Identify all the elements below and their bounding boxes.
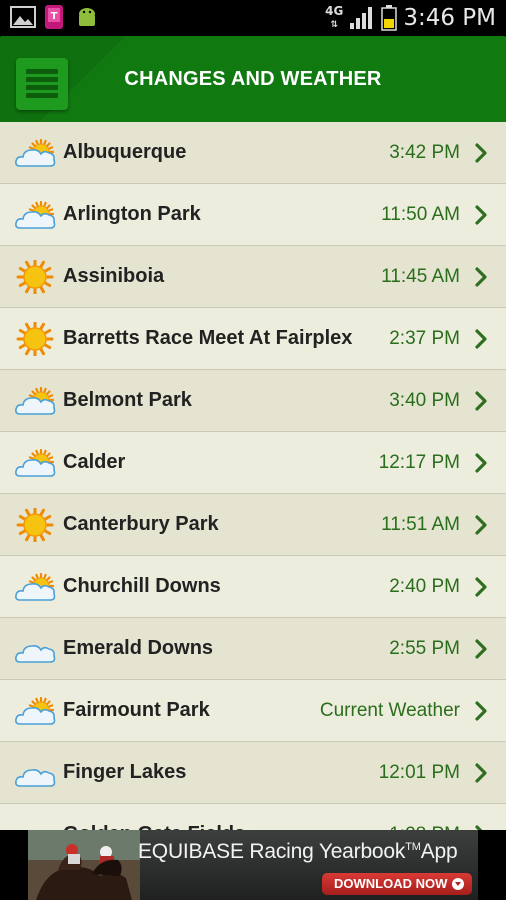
track-row[interactable]: Finger Lakes 12:01 PM [0, 742, 506, 804]
notification-icons: T [10, 4, 100, 30]
network-type: 4G [325, 4, 344, 18]
track-name: Golden Gate Fields [63, 823, 245, 830]
ad-title-suffix: App [420, 840, 458, 863]
track-update-time: 2:40 PM [389, 576, 460, 597]
gallery-icon [10, 6, 36, 28]
partly-cloudy-icon [15, 572, 56, 601]
track-name: Belmont Park [63, 389, 192, 411]
track-name: Emerald Downs [63, 637, 214, 659]
track-row[interactable]: Assiniboia 11:45 AM [0, 246, 506, 308]
track-list[interactable]: Albuquerque 3:42 PM Arlington Park 11:50 AM… [0, 122, 506, 830]
track-update-time: 12:01 PM [378, 762, 460, 783]
track-update-time: 2:37 PM [389, 328, 460, 349]
chevron-right-icon [475, 515, 487, 535]
ad-title: EQUIBASE Racing YearbookTMApp [138, 840, 458, 864]
track-row[interactable]: Emerald Downs 2:55 PM [0, 618, 506, 680]
track-row[interactable]: Albuquerque 3:42 PM [0, 122, 506, 184]
track-update-time: 2:55 PM [389, 638, 460, 659]
track-update-time: 11:45 AM [381, 266, 460, 287]
tmobile-icon: T [45, 5, 63, 29]
track-row[interactable]: Arlington Park 11:50 AM [0, 184, 506, 246]
battery-icon [381, 5, 398, 31]
track-name: Calder [63, 451, 126, 473]
ad-banner[interactable]: EQUIBASE Racing YearbookTMApp DOWNLOAD N… [28, 830, 478, 900]
partly-cloudy-icon [15, 200, 56, 229]
track-update-time: 3:40 PM [389, 390, 460, 411]
track-row[interactable]: Canterbury Park 11:51 AM [0, 494, 506, 556]
clock: 3:46 PM [403, 5, 496, 31]
status-right: 4G ⇅ 3:46 PM [325, 2, 496, 34]
track-name: Albuquerque [63, 141, 187, 163]
track-row[interactable]: Barretts Race Meet At Fairplex 2:37 PM [0, 308, 506, 370]
chevron-right-icon [475, 205, 487, 225]
chevron-right-icon [475, 763, 487, 783]
horse-racing-photo [28, 830, 140, 900]
menu-icon-bar [26, 93, 58, 98]
cloudy-icon [14, 818, 56, 830]
android-icon [79, 8, 95, 26]
track-row[interactable]: Belmont Park 3:40 PM [0, 370, 506, 432]
download-now-button[interactable]: DOWNLOAD NOW [322, 873, 472, 895]
sunny-icon [16, 322, 54, 356]
chevron-right-icon [475, 143, 487, 163]
partly-cloudy-icon [15, 138, 56, 167]
partly-cloudy-icon [15, 386, 56, 415]
app-header: CHANGES AND WEATHER [0, 36, 506, 122]
partly-cloudy-icon [15, 448, 56, 477]
chevron-right-icon [475, 639, 487, 659]
sunny-icon [16, 260, 54, 294]
track-name: Arlington Park [63, 203, 201, 225]
track-name: Churchill Downs [63, 575, 221, 597]
chevron-right-icon [475, 329, 487, 349]
track-update-time: 3:42 PM [389, 142, 460, 163]
cloudy-icon [15, 769, 56, 787]
track-name: Fairmount Park [63, 699, 210, 721]
chevron-right-icon [475, 391, 487, 411]
track-update-time: Current Weather [319, 700, 460, 721]
track-name: Barretts Race Meet At Fairplex [63, 327, 353, 349]
track-name: Assiniboia [63, 265, 165, 287]
status-bar: T 4G ⇅ 3:46 PM [0, 0, 506, 36]
data-arrows-icon: ⇅ [330, 20, 338, 30]
partly-cloudy-icon [15, 696, 56, 725]
track-row[interactable]: Fairmount Park Current Weather [0, 680, 506, 742]
app-screen: T 4G ⇅ 3:46 PM CHANGES AND WEATHER Albuq… [0, 0, 506, 900]
sunny-icon [16, 508, 54, 542]
chevron-right-icon [475, 701, 487, 721]
chevron-right-icon [475, 577, 487, 597]
chevron-right-icon [475, 267, 487, 287]
signal-icon [350, 7, 373, 29]
svg-text:T: T [51, 11, 58, 22]
track-update-time: 12:17 PM [378, 452, 460, 473]
track-update-time: 11:51 AM [381, 514, 460, 535]
track-row[interactable]: Calder 12:17 PM [0, 432, 506, 494]
cloudy-icon [15, 645, 56, 663]
chevron-right-icon [475, 453, 487, 473]
track-row[interactable]: Churchill Downs 2:40 PM [0, 556, 506, 618]
ad-title-text: EQUIBASE Racing Yearbook [138, 840, 406, 863]
track-name: Finger Lakes [63, 761, 187, 783]
track-row[interactable]: Golden Gate Fields1:28 PM [0, 804, 506, 830]
track-name: Canterbury Park [63, 513, 219, 535]
page-title: CHANGES AND WEATHER [124, 68, 382, 90]
track-update-time: 11:50 AM [381, 204, 460, 225]
download-now-label: DOWNLOAD NOW [334, 876, 448, 891]
download-arrow-icon [452, 878, 464, 890]
network-indicator: 4G ⇅ [325, 5, 343, 31]
ad-trademark: TM [405, 841, 421, 853]
